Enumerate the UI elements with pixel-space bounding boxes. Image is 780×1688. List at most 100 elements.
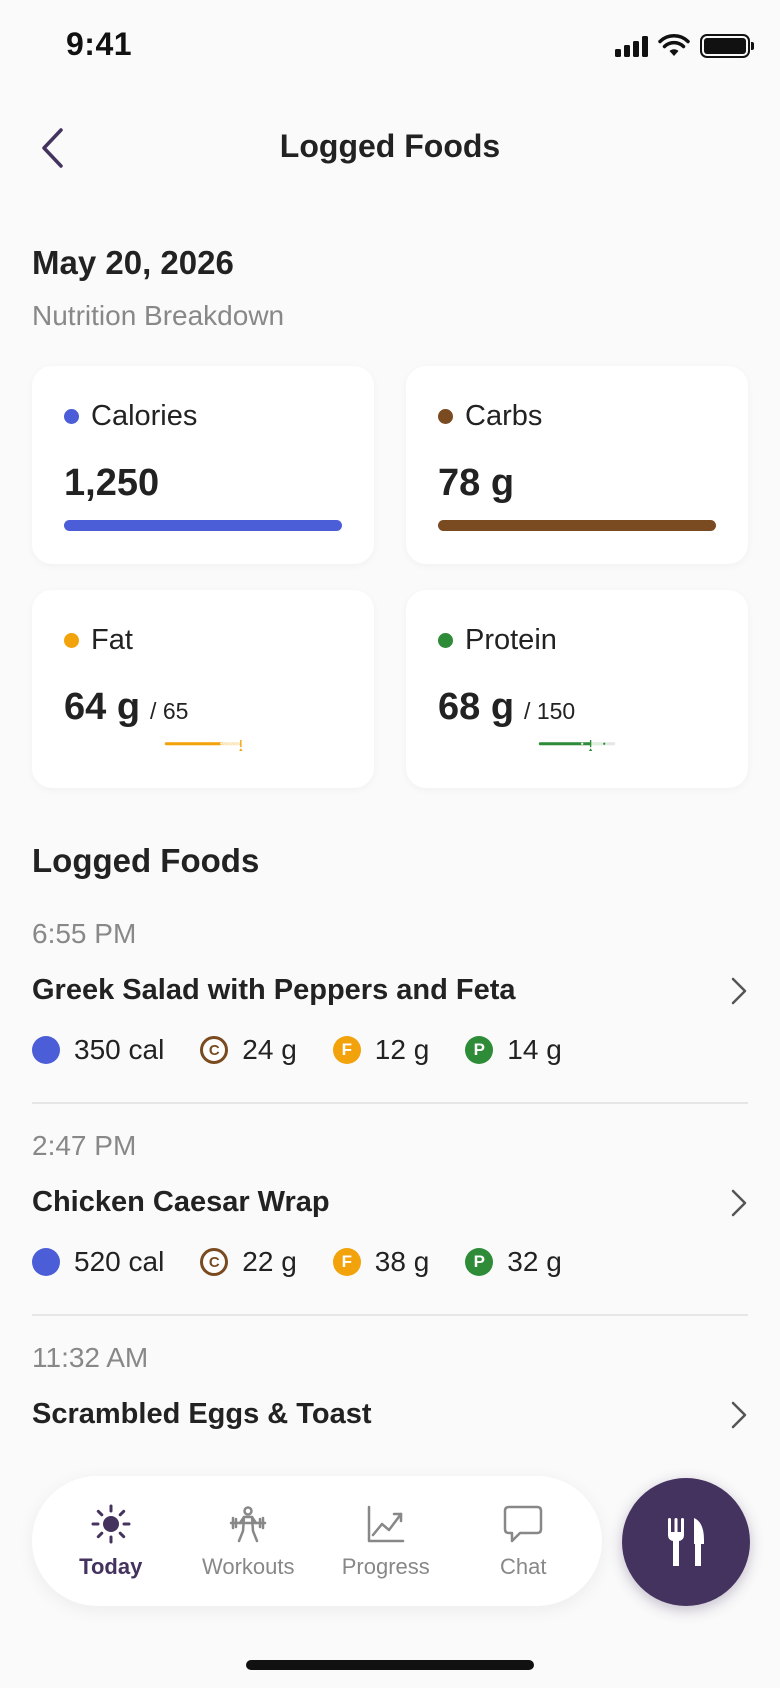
food-time: 6:55 PM: [32, 918, 137, 949]
log-food-button[interactable]: [622, 1478, 750, 1606]
protein-label: Protein: [438, 624, 557, 657]
food-name: Scrambled Eggs & Toast: [32, 1398, 372, 1430]
nav-item-today[interactable]: Today: [46, 1502, 176, 1580]
carbs-card[interactable]: Carbs 78 g: [406, 366, 748, 564]
fat-value: 64 g / 65: [64, 686, 188, 729]
protein-goal-line: [589, 740, 592, 748]
food-macros: 350 cal C 24 g F 12 g P 14 g: [32, 1034, 598, 1066]
food-name-row[interactable]: Scrambled Eggs & Toast: [32, 1398, 748, 1431]
calories-amount: 350 cal: [74, 1034, 165, 1065]
calories-bar: [64, 520, 342, 531]
battery-icon: [700, 34, 754, 58]
protein-macro: P 14 g: [465, 1034, 562, 1066]
carbs-dot-icon: [438, 409, 453, 424]
status-time: 9:41: [66, 26, 133, 62]
fat-amount: 38 g: [374, 1246, 430, 1277]
fork-knife-icon: [668, 1518, 704, 1566]
divider: [32, 1102, 748, 1104]
fat-macro: F 38 g: [332, 1246, 430, 1278]
fat-badge-icon: F: [332, 1036, 361, 1064]
status-icons: [615, 34, 754, 58]
carbs-macro: C 24 g: [200, 1034, 297, 1066]
fat-goal: / 65: [150, 698, 189, 724]
fat-badge-icon: F: [332, 1248, 361, 1276]
food-name: Chicken Caesar Wrap: [32, 1186, 330, 1218]
calories-dot-icon: [32, 1248, 60, 1276]
protein-goal-triangle-icon: [588, 748, 593, 751]
food-item[interactable]: 2:47 PM Chicken Caesar Wrap 520 cal C 22 …: [32, 1130, 748, 1310]
nav-item-workouts[interactable]: Workouts: [183, 1502, 313, 1580]
protein-badge-icon: P: [465, 1036, 494, 1064]
carbs-value: 78 g: [438, 462, 515, 504]
food-item[interactable]: 6:55 PM Greek Salad with Peppers and Fet…: [32, 918, 748, 1098]
wifi-icon: [658, 34, 690, 56]
divider: [32, 1314, 748, 1316]
nav-label: Workouts: [201, 1554, 295, 1579]
protein-dot-icon: [438, 633, 453, 648]
fat-value-text: 64 g: [64, 686, 141, 728]
calories-value: 1,250: [64, 462, 160, 504]
food-macros: 520 cal C 22 g F 38 g P 32 g: [32, 1246, 598, 1278]
protein-progress-bar: [538, 740, 616, 751]
protein-value-text: 68 g: [438, 686, 515, 728]
protein-current-marker: [581, 742, 584, 745]
protein-goal: / 150: [524, 698, 576, 724]
chat-bubble-icon: [502, 1502, 544, 1546]
food-name-row[interactable]: Chicken Caesar Wrap: [32, 1186, 748, 1219]
food-name-row[interactable]: Greek Salad with Peppers and Feta: [32, 974, 748, 1007]
protein-badge-icon: P: [465, 1248, 494, 1276]
protein-upper-marker: [603, 742, 606, 745]
carbs-bar: [438, 520, 716, 531]
calories-label-text: Calories: [91, 400, 198, 432]
cellular-signal-icon: [615, 35, 648, 57]
chevron-right-icon: [731, 1401, 747, 1428]
status-bar: 9:41: [0, 0, 780, 96]
carbs-macro: C 22 g: [200, 1246, 297, 1278]
calories-macro: 520 cal: [32, 1246, 164, 1278]
fat-current-marker: [219, 742, 223, 746]
calories-macro: 350 cal: [32, 1034, 164, 1066]
fat-dot-icon: [64, 633, 79, 648]
food-name: Greek Salad with Peppers and Feta: [32, 974, 516, 1006]
food-time: 2:47 PM: [32, 1130, 137, 1161]
logged-foods-title: Logged Foods: [32, 842, 260, 879]
carbs-amount: 22 g: [242, 1246, 297, 1277]
fat-bar-fill: [164, 742, 222, 746]
calories-card[interactable]: Calories 1,250: [32, 366, 374, 564]
chevron-right-icon: [731, 977, 747, 1004]
carbs-label-text: Carbs: [465, 400, 543, 432]
date-subtitle: Nutrition Breakdown: [32, 300, 285, 331]
food-item[interactable]: 11:32 AM Scrambled Eggs & Toast: [32, 1342, 748, 1452]
protein-amount: 32 g: [507, 1246, 562, 1277]
sun-icon: [90, 1502, 132, 1546]
date-title: May 20, 2026: [32, 244, 234, 281]
carbs-amount: 24 g: [242, 1034, 297, 1065]
fat-amount: 12 g: [374, 1034, 430, 1065]
header: Logged Foods: [0, 104, 780, 192]
protein-label-text: Protein: [465, 624, 557, 656]
calories-dot-icon: [64, 409, 79, 424]
bottom-nav: Today Workouts Progress Chat: [32, 1476, 602, 1606]
fat-label: Fat: [64, 624, 133, 657]
home-indicator: [246, 1660, 534, 1670]
chevron-right-icon: [731, 1189, 747, 1216]
fat-progress-bar: [164, 740, 243, 751]
fat-card[interactable]: Fat 64 g / 65: [32, 590, 374, 788]
nav-item-progress[interactable]: Progress: [321, 1502, 451, 1580]
fat-goal-triangle-icon: [239, 748, 243, 751]
fat-macro: F 12 g: [332, 1034, 430, 1066]
fat-goal-line: [240, 740, 242, 748]
weightlifter-icon: [227, 1502, 269, 1546]
nav-item-chat[interactable]: Chat: [458, 1502, 588, 1580]
food-time: 11:32 AM: [32, 1342, 149, 1373]
nav-label: Chat: [500, 1554, 547, 1579]
nav-label: Progress: [341, 1554, 430, 1579]
carbs-badge-icon: C: [200, 1248, 229, 1276]
protein-value: 68 g / 150: [438, 686, 575, 729]
carbs-badge-icon: C: [200, 1036, 229, 1064]
calories-label: Calories: [64, 400, 197, 433]
protein-card[interactable]: Protein 68 g / 150: [406, 590, 748, 788]
calories-amount: 520 cal: [74, 1246, 165, 1277]
carbs-label: Carbs: [438, 400, 542, 433]
protein-macro: P 32 g: [465, 1246, 562, 1278]
